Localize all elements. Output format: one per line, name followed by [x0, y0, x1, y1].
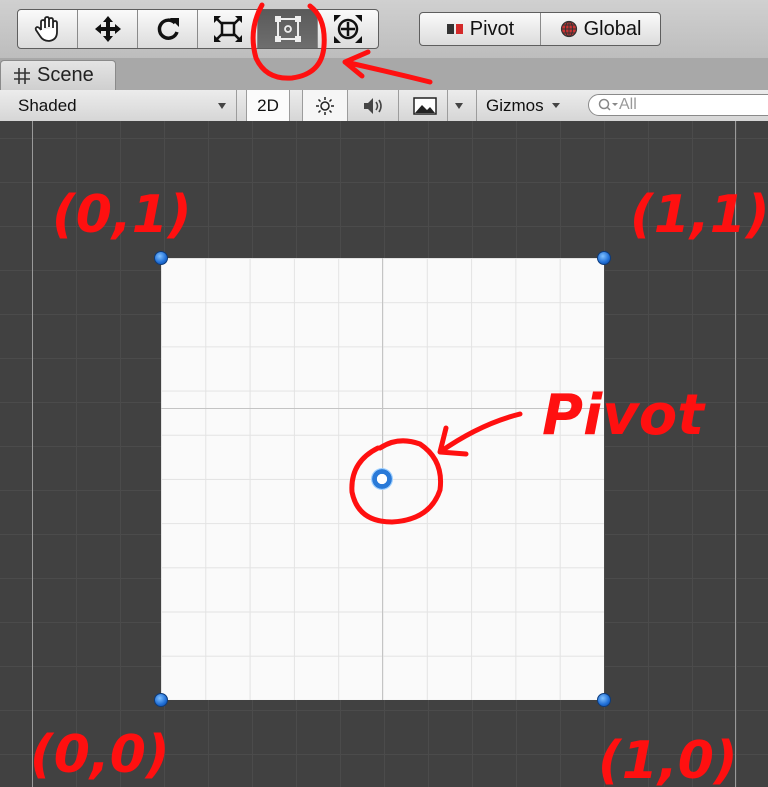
- effects-dropdown[interactable]: [447, 90, 469, 121]
- move-icon: [94, 16, 121, 42]
- search-placeholder: All: [619, 96, 637, 113]
- chevron-down-icon: [218, 102, 226, 109]
- transform-tool-icon: [334, 15, 362, 43]
- camera-bound-left: [32, 121, 33, 787]
- transform-tools: [17, 9, 379, 49]
- anchor-handle-top-right[interactable]: [597, 251, 611, 265]
- audio-toggle[interactable]: [350, 90, 398, 121]
- rect-tool-button[interactable]: [258, 10, 318, 48]
- transform-tool-button[interactable]: [318, 10, 378, 48]
- anchor-handle-bottom-left[interactable]: [154, 693, 168, 707]
- chevron-down-icon: [551, 103, 560, 108]
- image-icon: [413, 96, 437, 115]
- sun-icon: [316, 96, 334, 115]
- pivot-global-toggle: Pivot Global: [419, 12, 661, 46]
- divider: [476, 90, 477, 121]
- search-icon: [598, 98, 618, 111]
- effects-toggle[interactable]: [405, 90, 445, 121]
- tab-scene[interactable]: Scene: [0, 60, 116, 90]
- gizmos-label: Gizmos: [486, 95, 544, 115]
- scene-toolbar: Shaded 2D Gizmos All: [0, 90, 768, 122]
- hand-icon: [34, 16, 58, 42]
- divider: [236, 90, 237, 121]
- pivot-button[interactable]: Pivot: [420, 13, 541, 45]
- scale-tool-button[interactable]: [198, 10, 258, 48]
- search-input[interactable]: All: [588, 94, 768, 116]
- pivot-mode-icon: [446, 24, 463, 34]
- rotate-tool-button[interactable]: [138, 10, 198, 48]
- pivot-handle[interactable]: [371, 468, 393, 490]
- move-tool-button[interactable]: [78, 10, 138, 48]
- hand-tool-button[interactable]: [18, 10, 78, 48]
- anchor-handle-bottom-right[interactable]: [597, 693, 611, 707]
- global-button[interactable]: Global: [541, 13, 660, 45]
- shading-dropdown[interactable]: Shaded: [0, 90, 236, 121]
- tab-bar: Scene: [0, 58, 768, 91]
- globe-icon: [560, 20, 577, 38]
- grid-icon: [14, 67, 30, 84]
- main-toolbar: Pivot Global: [0, 0, 768, 58]
- global-label: Global: [583, 17, 642, 40]
- speaker-icon: [364, 97, 382, 114]
- gizmos-dropdown[interactable]: Gizmos: [486, 90, 578, 121]
- chevron-down-icon: [454, 102, 463, 109]
- divider: [398, 90, 399, 121]
- 2d-toggle[interactable]: 2D: [246, 90, 290, 121]
- scene-viewport[interactable]: [0, 121, 768, 787]
- 2d-label: 2D: [257, 95, 279, 115]
- shading-label: Shaded: [18, 95, 77, 115]
- pivot-label: Pivot: [469, 17, 515, 40]
- rect-tool-icon: [274, 16, 301, 42]
- tab-scene-label: Scene: [37, 64, 94, 86]
- lighting-toggle[interactable]: [302, 90, 348, 121]
- scale-icon: [213, 16, 242, 42]
- rotate-icon: [157, 18, 179, 40]
- anchor-handle-top-left[interactable]: [154, 251, 168, 265]
- camera-bound-right: [735, 121, 736, 787]
